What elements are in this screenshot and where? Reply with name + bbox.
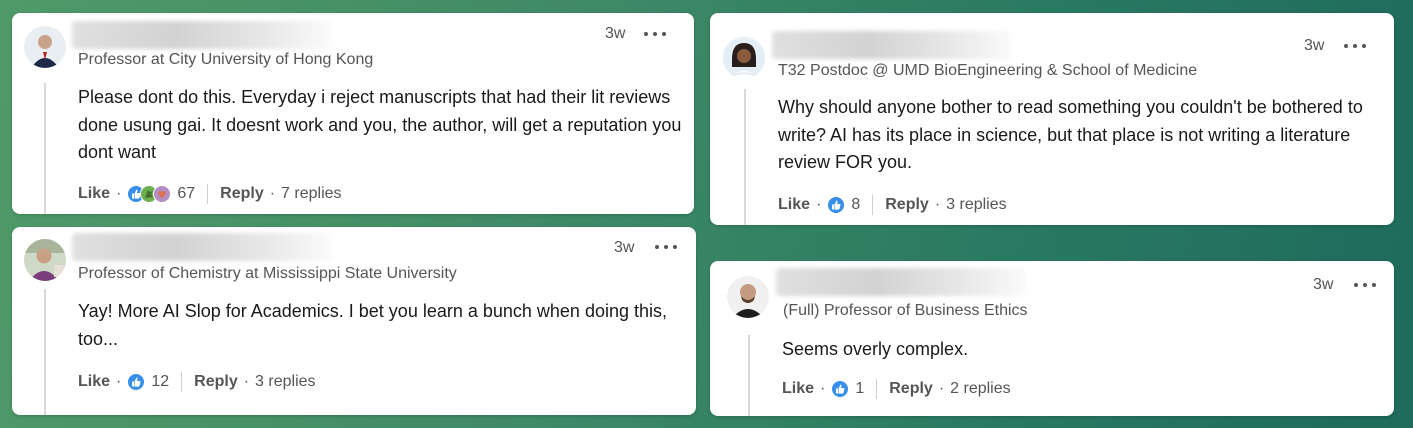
reply-button[interactable]: Reply [220,185,264,203]
divider [876,379,878,399]
reply-button[interactable]: Reply [889,380,933,398]
author-name-blurred[interactable] [776,268,1026,296]
avatar[interactable] [727,276,769,318]
replies-link[interactable]: 3 replies [255,373,315,391]
replies-link[interactable]: 7 replies [281,185,341,203]
avatar[interactable] [24,239,66,281]
thread-line [748,335,750,416]
thread-line [44,83,46,214]
comment-actions: Like · 1 Reply · 2 replies [782,379,1011,399]
like-reaction-icon [127,373,146,391]
divider [207,184,209,204]
divider [872,195,874,215]
comment-text: Please dont do this. Everyday i reject m… [78,87,682,162]
author-headline: Professor at City University of Hong Kon… [78,51,374,68]
more-options-icon[interactable] [1344,41,1366,51]
separator-dot: · [934,196,941,213]
reply-button[interactable]: Reply [885,196,929,214]
comment-card: 3w Professor at City University of Hong … [12,13,694,214]
author-headline: (Full) Professor of Business Ethics [783,302,1028,319]
author-name-blurred[interactable] [772,31,1012,59]
comment-actions: Like · 8 Reply · 3 replies [778,195,1007,215]
reactions-summary[interactable] [127,373,146,391]
reaction-count[interactable]: 67 [177,185,195,203]
reactions-summary[interactable] [827,196,846,214]
like-reaction-icon [831,380,850,398]
more-options-icon[interactable] [1354,280,1376,290]
avatar[interactable] [723,37,765,79]
like-reaction-icon [827,196,846,214]
like-button[interactable]: Like [78,373,110,391]
like-button[interactable]: Like [778,196,810,214]
comment-text: Why should anyone bother to read somethi… [778,97,1363,172]
separator-dot: · [816,196,822,213]
timestamp: 3w [605,25,626,42]
separator-dot: · [820,380,826,397]
avatar[interactable] [24,26,66,68]
replies-link[interactable]: 3 replies [946,196,1006,214]
comment-card: 3w Professor of Chemistry at Mississippi… [12,227,696,415]
comment-text: Seems overly complex. [782,339,969,359]
more-options-icon[interactable] [644,29,666,39]
comment-actions: Like · 67 Reply · 7 replies [78,184,342,204]
reactions-summary[interactable] [831,380,850,398]
reaction-count[interactable]: 1 [855,380,864,398]
timestamp: 3w [1304,37,1325,54]
like-button[interactable]: Like [78,185,110,203]
timestamp: 3w [614,239,635,256]
author-headline: Professor of Chemistry at Mississippi St… [78,265,457,282]
divider [181,372,183,392]
comment-card: 3w T32 Postdoc @ UMD BioEngineering & Sc… [710,13,1394,225]
separator-dot: · [116,373,122,390]
timestamp: 3w [1313,276,1334,293]
like-button[interactable]: Like [782,380,814,398]
author-name-blurred[interactable] [72,233,332,261]
replies-link[interactable]: 2 replies [950,380,1010,398]
reply-button[interactable]: Reply [194,373,238,391]
separator-dot: · [938,380,945,397]
reaction-count[interactable]: 8 [851,196,860,214]
comment-actions: Like · 12 Reply · 3 replies [78,372,316,392]
love-reaction-icon [153,185,172,203]
reaction-count[interactable]: 12 [151,373,169,391]
author-headline: T32 Postdoc @ UMD BioEngineering & Schoo… [778,62,1198,79]
reactions-summary[interactable] [127,185,172,203]
separator-dot: · [116,185,122,202]
comment-text: Yay! More AI Slop for Academics. I bet y… [78,301,667,349]
thread-line [744,89,746,225]
thread-line [44,289,46,415]
more-options-icon[interactable] [655,242,677,252]
separator-dot: · [269,185,276,202]
separator-dot: · [243,373,250,390]
comment-card: 3w (Full) Professor of Business Ethics S… [710,261,1394,416]
author-name-blurred[interactable] [72,21,332,49]
